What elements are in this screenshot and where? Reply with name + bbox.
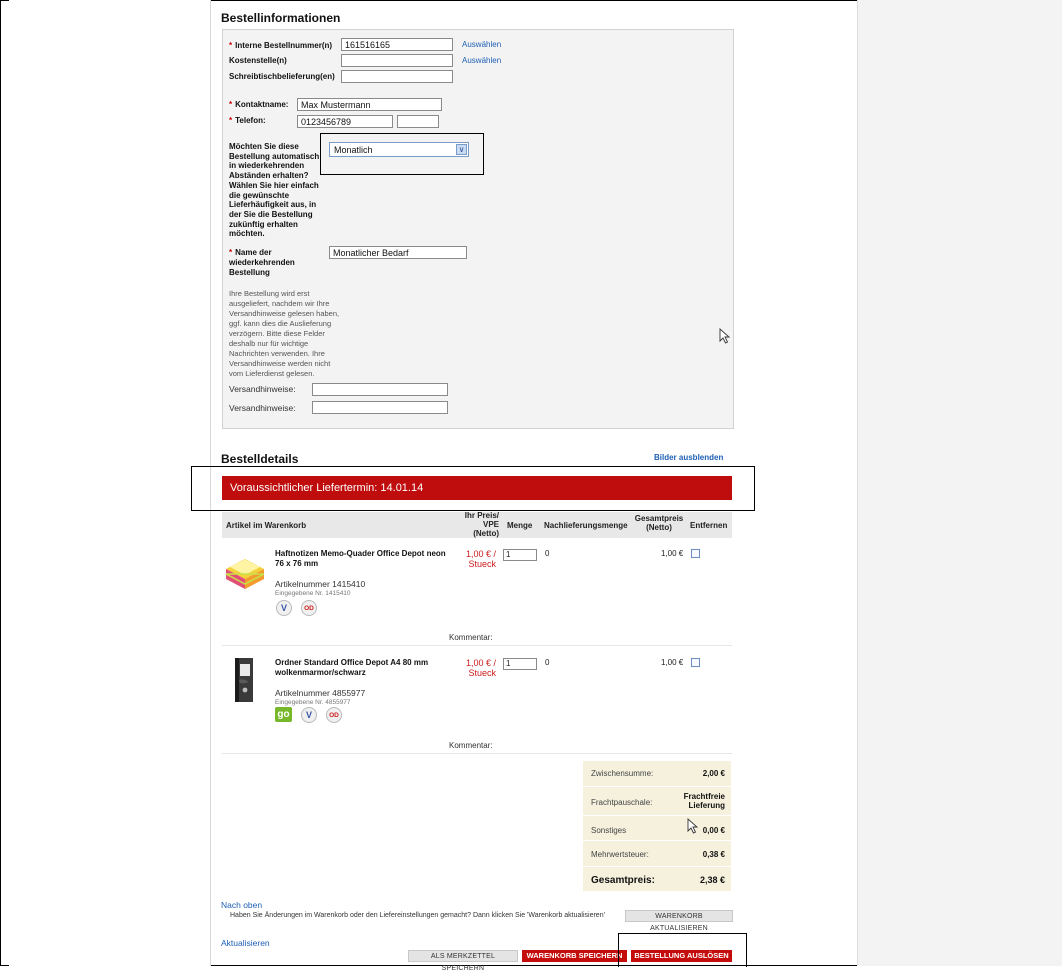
shipping-note-input-1[interactable]	[312, 383, 448, 396]
product-name[interactable]: Haftnotizen Memo-Quader Office Depot neo…	[275, 549, 455, 569]
summary-divider	[583, 786, 731, 787]
phone-input[interactable]: 0123456789	[297, 115, 393, 128]
quantity-input[interactable]: 1	[503, 658, 537, 670]
item-total: 1,00 €	[661, 658, 684, 667]
remove-checkbox[interactable]	[691, 549, 700, 558]
cursor-icon	[719, 328, 731, 344]
back-to-top-link[interactable]: Nach oben	[221, 900, 262, 910]
recurring-name-input[interactable]: Monatlicher Bedarf	[329, 246, 467, 259]
col-backorder: Nachlieferungsmenge	[544, 521, 628, 530]
phone-extension-input[interactable]	[397, 115, 439, 128]
total-label: Gesamtpreis:	[591, 875, 655, 886]
vat-value: 0,38 €	[702, 850, 725, 859]
left-margin	[9, 0, 211, 966]
refresh-link[interactable]: Aktualisieren	[221, 938, 270, 948]
shipping-note-label-2: Versandhinweise:	[229, 403, 296, 413]
subtotal-label: Zwischensumme:	[591, 769, 654, 778]
row-divider	[222, 645, 732, 646]
phone-label: * Telefon:	[229, 116, 266, 125]
entered-number: Eingegebene Nr. 1415410	[275, 590, 351, 597]
recurring-name-label: * Name der wiederkehrenden Bestellung	[229, 248, 295, 277]
place-order-highlight-box	[618, 933, 747, 967]
col-article: Artikel im Warenkorb	[226, 521, 307, 530]
frequency-highlight-box	[320, 133, 484, 175]
save-wishlist-button[interactable]: ALS MERKZETTEL SPEICHERN	[408, 950, 518, 972]
backorder-qty: 0	[545, 658, 550, 667]
total-value: 2,38 €	[699, 875, 725, 885]
quantity-input[interactable]: 1	[503, 549, 537, 561]
order-details-heading: Bestelldetails	[221, 452, 299, 466]
cursor-icon	[687, 818, 699, 834]
internal-order-select-link[interactable]: Auswählen	[462, 40, 501, 49]
shipping-note-text: Ihre Bestellung wird erst ausgeliefert, …	[229, 289, 340, 378]
right-margin	[857, 0, 1062, 966]
item-total: 1,00 €	[661, 549, 684, 558]
other-label: Sonstiges	[591, 826, 627, 835]
desk-delivery-label: Schreibtischbelieferung(en)	[229, 72, 335, 81]
internal-order-input[interactable]: 161516165	[341, 38, 453, 51]
row-divider	[222, 753, 732, 754]
item-price: 1,00 € / Stueck	[465, 658, 496, 678]
v-badge-icon: V	[301, 707, 317, 723]
col-qty: Menge	[507, 521, 533, 530]
subtotal-value: 2,00 €	[702, 769, 725, 778]
sticky-notes-product-image	[225, 559, 265, 589]
col-price: Ihr Preis/ VPE (Netto)	[464, 511, 499, 538]
item-price: 1,00 € / Stueck	[465, 549, 496, 569]
shipping-note-input-2[interactable]	[312, 401, 448, 414]
contact-label: * Kontaktname:	[229, 100, 289, 109]
cost-center-input[interactable]	[341, 54, 453, 67]
vat-label: Mehrwertsteuer:	[591, 850, 649, 859]
recurring-question: Möchten Sie diese Bestellung automatisch…	[229, 142, 320, 239]
order-info-heading: Bestellinformationen	[221, 11, 341, 25]
od-badge-icon: OD	[326, 707, 342, 723]
entered-number: Eingegebene Nr. 4855977	[275, 699, 351, 706]
update-cart-button[interactable]: WARENKORB AKTUALISIEREN	[625, 910, 733, 932]
product-name[interactable]: Ordner Standard Office Depot A4 80 mm wo…	[275, 658, 455, 678]
contact-input[interactable]: Max Mustermann	[297, 98, 442, 111]
backorder-qty: 0	[545, 549, 550, 558]
col-remove: Entfernen	[690, 521, 728, 530]
go-badge-icon: go	[275, 707, 292, 722]
summary-divider	[583, 815, 731, 816]
desk-delivery-input[interactable]	[341, 70, 453, 83]
v-badge-icon: V	[276, 600, 292, 616]
update-hint: Haben Sie Änderungen im Warenkorb oder d…	[230, 912, 605, 919]
binder-product-image	[235, 658, 253, 702]
cost-center-select-link[interactable]: Auswählen	[462, 56, 501, 65]
summary-divider	[583, 866, 731, 867]
article-number: Artikelnummer 4855977	[275, 688, 366, 698]
save-cart-button[interactable]: WARENKORB SPEICHERN	[522, 950, 627, 962]
freight-value: Frachtfreie Lieferung	[683, 792, 725, 810]
comment-label[interactable]: Kommentar:	[449, 633, 493, 642]
hide-images-link[interactable]: Bilder ausblenden	[654, 453, 723, 462]
cost-center-label: Kostenstelle(n)	[229, 56, 287, 65]
col-total: Gesamtpreis (Netto)	[634, 514, 684, 532]
od-badge-icon: OD	[301, 600, 317, 616]
shipping-note-label-1: Versandhinweise:	[229, 384, 296, 394]
remove-checkbox[interactable]	[691, 658, 700, 667]
summary-divider	[583, 840, 731, 841]
delivery-date-highlight-box	[191, 466, 755, 511]
freight-label: Frachtpauschale:	[591, 798, 653, 807]
internal-order-label: * Interne Bestellnummer(n)	[229, 41, 333, 50]
article-number: Artikelnummer 1415410	[275, 579, 366, 589]
comment-label[interactable]: Kommentar:	[449, 741, 493, 750]
